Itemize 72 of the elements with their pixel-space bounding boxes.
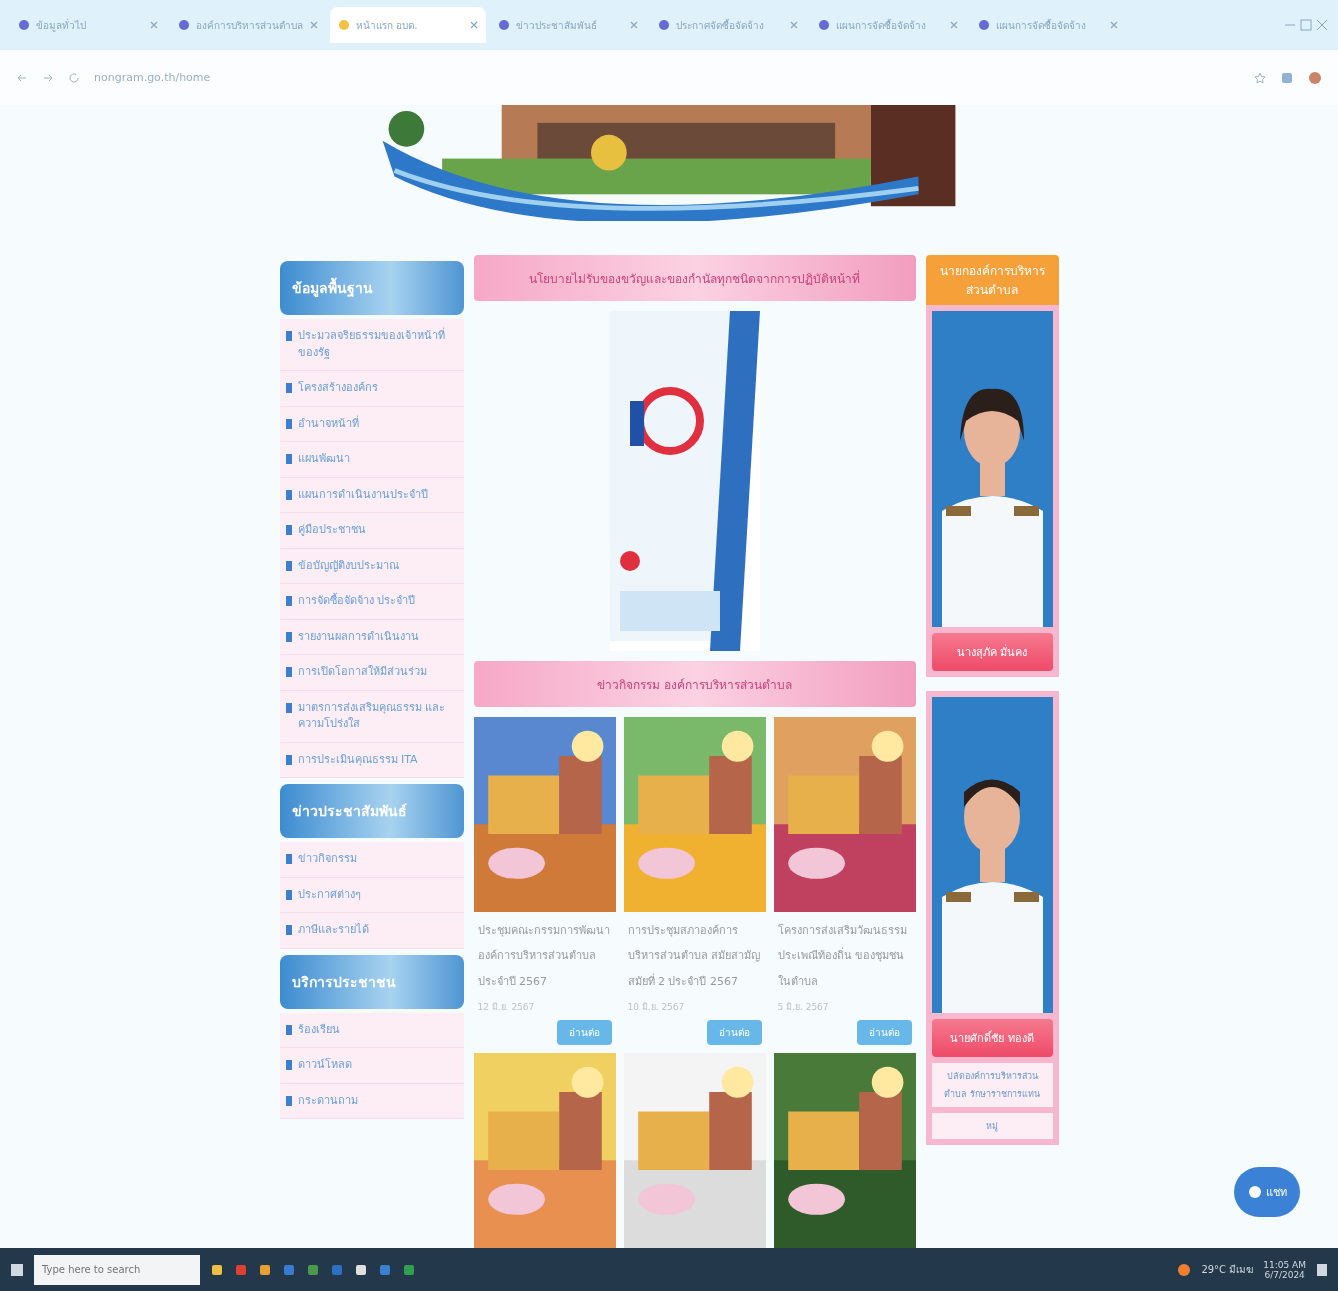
menu-link[interactable]: โครงสร้างองค์กร	[279, 371, 464, 407]
news-title[interactable]: การประชุมสภาองค์การ บริหารส่วนตำบล สมัยสามัญ สมัยที่ 2 ประจำปี 2567	[623, 918, 766, 994]
menu-link[interactable]: ภาษีและรายได้	[279, 913, 464, 949]
favicon-icon	[978, 19, 990, 31]
favicon-icon	[178, 19, 190, 31]
chat-button[interactable]: แชท	[1234, 1167, 1300, 1217]
read-more-button[interactable]: อ่านต่อ	[706, 1020, 762, 1045]
announcement-banner: นโยบายไม่รับของขวัญและของกำนัลทุกชนิดจากการปฏิบัติหน้าที่	[473, 255, 916, 302]
menu-link[interactable]: อำนาจหน้าที่	[279, 406, 464, 443]
search-field[interactable]: Type here to search	[34, 1254, 200, 1285]
caption-text: หมู่	[931, 1113, 1053, 1140]
section-heading: ข้อมูลพื้นฐาน	[279, 261, 464, 316]
browser-tab[interactable]: หน้าแรก อบต.	[330, 7, 486, 43]
app-icon[interactable]	[210, 1262, 224, 1277]
app-icon[interactable]	[354, 1262, 368, 1277]
name-label: นายศักดิ์ชัย ทองดี	[931, 1019, 1053, 1058]
menu-link[interactable]: กระดานถาม	[279, 1083, 464, 1120]
reload-icon[interactable]	[68, 71, 80, 84]
favicon-icon	[818, 19, 830, 31]
menu-link[interactable]: ข้อบัญญัติงบประมาณ	[279, 548, 464, 585]
close-icon[interactable]	[1316, 19, 1328, 31]
favicon-icon	[18, 19, 30, 31]
close-icon[interactable]	[150, 21, 158, 29]
close-icon[interactable]	[470, 21, 478, 29]
caption-text: ปลัดองค์การบริหารส่วนตำบล รักษาราชการแทน	[931, 1063, 1053, 1108]
menu-link[interactable]: การเปิดโอกาสให้มีส่วนร่วม	[279, 655, 464, 691]
news-title[interactable]: โครงการส่งเสริมวัฒนธรรม ประเพณีท้องถิ่น ของชุมชนในตำบล	[773, 918, 916, 994]
weather-icon	[1177, 1262, 1192, 1277]
menu-link[interactable]: ดาวน์โหลด	[279, 1048, 464, 1084]
star-icon[interactable]	[1254, 71, 1266, 84]
menu-link[interactable]: คู่มือประชาชน	[279, 513, 464, 549]
weather-text: 29°C มีเมฆ	[1201, 1263, 1254, 1277]
browser-tab[interactable]: องค์การบริหารส่วนตำบล	[170, 7, 326, 43]
menu-link[interactable]: มาตรการส่งเสริมคุณธรรม และความโปร่งใส	[279, 690, 464, 743]
section-heading: ข่าวกิจกรรม องค์การบริหารส่วนตำบล	[473, 661, 916, 708]
section-heading: ข่าวประชาสัมพันธ์	[279, 784, 464, 839]
read-more-button[interactable]: อ่านต่อ	[856, 1020, 912, 1045]
close-icon[interactable]	[790, 21, 798, 29]
news-date: 5 มิ.ย. 2567	[776, 1001, 830, 1014]
close-icon[interactable]	[950, 21, 958, 29]
app-icon[interactable]	[258, 1262, 272, 1277]
close-icon[interactable]	[630, 21, 638, 29]
maximize-icon[interactable]	[1300, 19, 1312, 31]
close-icon[interactable]	[1110, 21, 1118, 29]
menu-link[interactable]: ร้องเรียน	[279, 1012, 464, 1049]
section-heading: นายกองค์การบริหารส่วนตำบล	[925, 255, 1059, 306]
news-date: 12 มิ.ย. 2567	[476, 1001, 536, 1014]
browser-tab[interactable]: ประกาศจัดซื้อจัดจ้าง	[650, 7, 806, 43]
close-icon[interactable]	[310, 21, 318, 29]
chat-icon	[1247, 1185, 1262, 1199]
menu-link[interactable]: การประเมินคุณธรรม ITA	[279, 742, 464, 779]
browser-tab[interactable]: ข้อมูลทั่วไป	[10, 7, 166, 43]
read-more-button[interactable]: อ่านต่อ	[556, 1020, 612, 1045]
browser-tab[interactable]: ข่าวประชาสัมพันธ์	[490, 7, 646, 43]
section-heading: บริการประชาชน	[279, 954, 464, 1009]
profile-icon[interactable]	[1308, 70, 1322, 85]
menu-link[interactable]: แผนพัฒนา	[279, 442, 464, 478]
news-title[interactable]: ประชุมคณะกรรมการพัฒนา องค์การบริหารส่วนตำบล ประจำปี 2567	[473, 918, 616, 994]
favicon-icon	[498, 19, 510, 31]
favicon-icon	[658, 19, 670, 31]
favicon-icon	[338, 19, 350, 31]
name-label: นางสุภัค มั่นคง	[931, 633, 1053, 672]
news-date: 10 มิ.ย. 2567	[626, 1001, 686, 1014]
browser-tab[interactable]: แผนการจัดซื้อจัดจ้าง	[810, 7, 966, 43]
clock: 11:05 AM 6/7/2024	[1263, 1259, 1306, 1280]
browser-tab[interactable]: แผนการจัดซื้อจัดจ้าง	[970, 7, 1126, 43]
menu-link[interactable]: แผนการดำเนินงานประจำปี	[279, 477, 464, 514]
menu-link[interactable]: รายงานผลการดำเนินงาน	[279, 619, 464, 656]
menu-link[interactable]: ข่าวกิจกรรม	[279, 842, 464, 878]
menu-link[interactable]: ประกาศต่างๆ	[279, 877, 464, 914]
menu-link[interactable]: ประมวลจริยธรรมของเจ้าหน้าที่ของรัฐ	[279, 319, 464, 372]
menu-link[interactable]: การจัดซื้อจัดจ้าง ประจำปี	[279, 584, 464, 620]
